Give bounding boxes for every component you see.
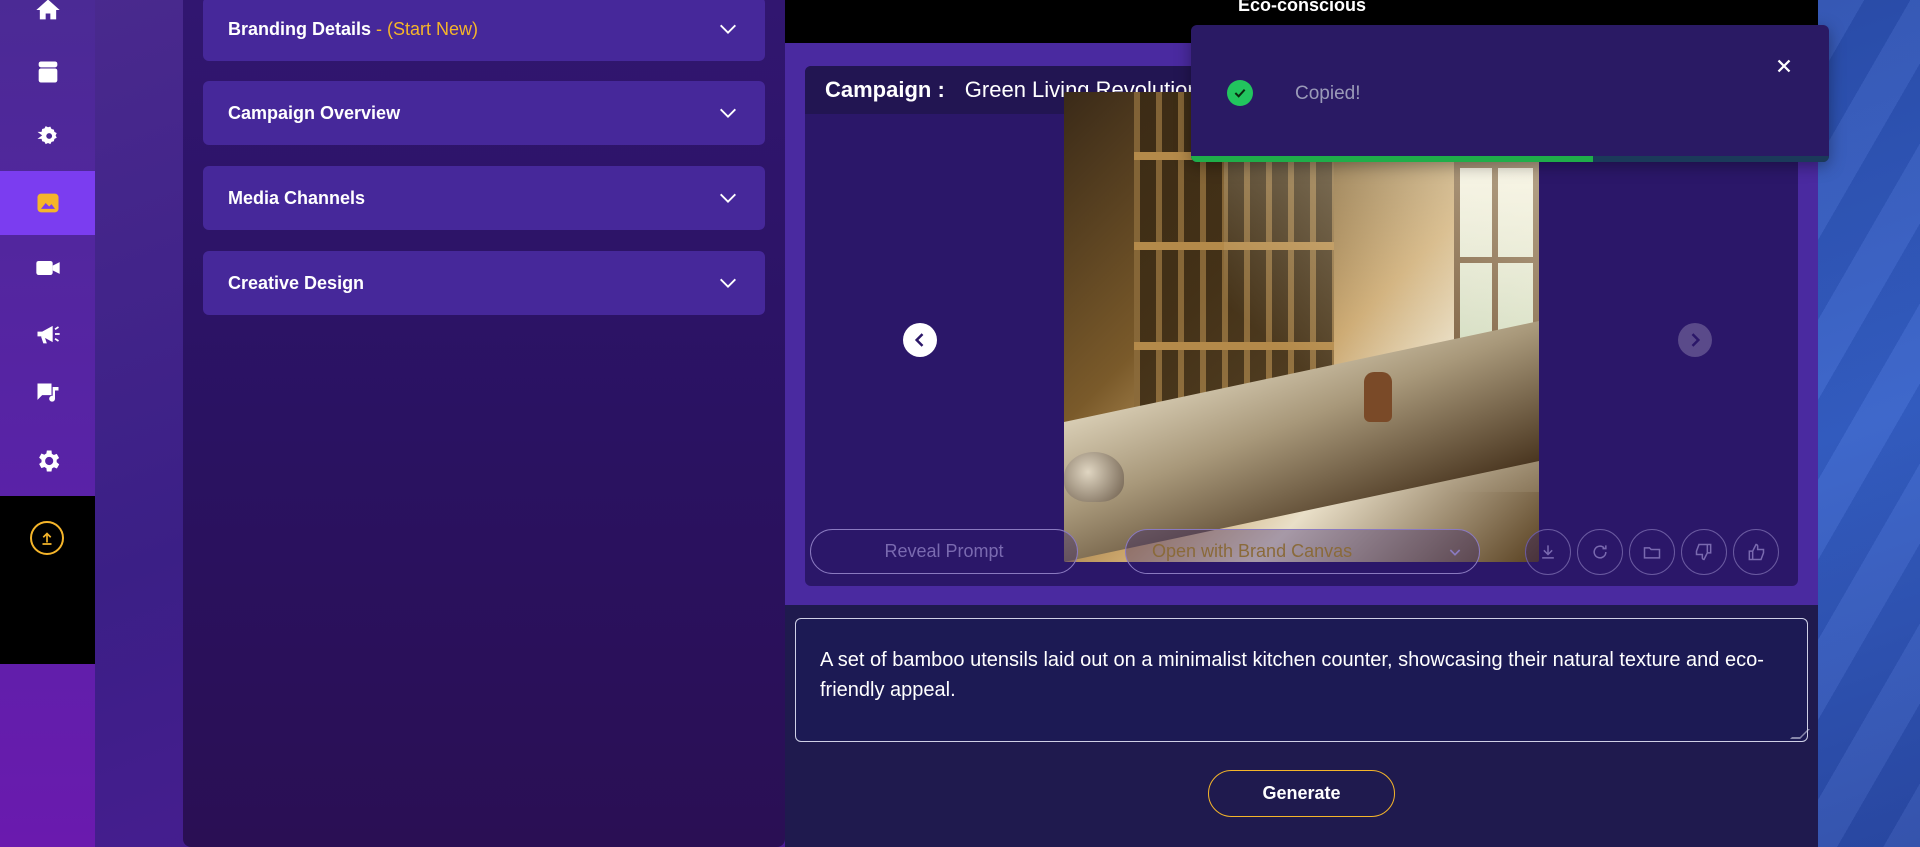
- chevron-down-icon: [720, 193, 736, 203]
- sidebar-item-images[interactable]: [0, 171, 95, 235]
- accordion-branding-details[interactable]: Branding Details - (Start New): [203, 0, 765, 61]
- next-image-button[interactable]: [1678, 323, 1712, 357]
- thumbs-up-button[interactable]: [1733, 529, 1779, 575]
- accordion-label: Branding Details - (Start New): [228, 18, 479, 39]
- download-button[interactable]: [1525, 529, 1571, 575]
- folder-icon: [1643, 547, 1661, 559]
- campaign-label: Campaign :: [825, 77, 945, 102]
- sidebar-item-archive[interactable]: [0, 40, 95, 104]
- sidebar: [0, 0, 95, 847]
- gear-arrow-icon: [37, 126, 57, 145]
- chat-music-icon: [37, 383, 58, 402]
- generate-button[interactable]: Generate: [1208, 770, 1395, 817]
- chevron-down-icon: [720, 108, 736, 118]
- home-icon: [35, 0, 60, 20]
- accordion-label: Creative Design: [228, 272, 365, 293]
- chevron-down-icon: [720, 278, 736, 288]
- toast-message: Copied!: [1295, 83, 1361, 104]
- toast-progress-bar: [1191, 156, 1593, 162]
- video-icon: [35, 261, 60, 275]
- chevron-down-icon: [1449, 549, 1461, 556]
- sidebar-item-workflow[interactable]: [0, 104, 95, 168]
- sidebar-item-content[interactable]: [0, 362, 95, 426]
- reveal-prompt-button[interactable]: Reveal Prompt: [810, 529, 1078, 574]
- megaphone-icon: [37, 325, 60, 344]
- background-right: [1818, 0, 1920, 847]
- previous-image-button[interactable]: [903, 323, 937, 357]
- close-icon[interactable]: [1773, 55, 1795, 77]
- check-circle-icon: [1227, 80, 1253, 106]
- chevron-left-icon: [914, 333, 924, 347]
- sidebar-item-campaigns[interactable]: [0, 302, 95, 366]
- image-icon: [37, 193, 58, 213]
- accordion-campaign-overview[interactable]: Campaign Overview: [203, 81, 765, 145]
- upload-button[interactable]: [30, 521, 64, 555]
- chevron-right-icon: [1691, 333, 1701, 347]
- refresh-icon: [1593, 545, 1607, 559]
- upload-icon: [42, 532, 52, 545]
- open-with-label: Open with Brand Canvas: [1152, 541, 1353, 561]
- generated-image[interactable]: [1064, 92, 1539, 562]
- sidebar-item-video[interactable]: [0, 236, 95, 300]
- sidebar-item-home[interactable]: [0, 0, 95, 42]
- gear-icon: [38, 450, 59, 472]
- archive-icon: [38, 61, 57, 83]
- toast-notification: Copied!: [1191, 25, 1829, 162]
- accordion-media-channels[interactable]: Media Channels: [203, 166, 765, 230]
- top-bar-text: Eco-conscious: [1238, 0, 1367, 15]
- open-with-brand-canvas-dropdown[interactable]: Open with Brand Canvas: [1125, 529, 1480, 574]
- thumbs-up-icon: [1748, 543, 1765, 561]
- thumbs-down-button[interactable]: [1681, 529, 1727, 575]
- chevron-down-icon: [720, 24, 736, 34]
- thumbs-down-icon: [1695, 543, 1712, 561]
- download-icon: [1542, 545, 1554, 559]
- save-to-folder-button[interactable]: [1629, 529, 1675, 575]
- accordion-label: Campaign Overview: [228, 102, 401, 123]
- sidebar-item-settings[interactable]: [0, 429, 95, 493]
- regenerate-button[interactable]: [1577, 529, 1623, 575]
- prompt-textarea[interactable]: A set of bamboo utensils laid out on a m…: [795, 618, 1808, 742]
- accordion-creative-design[interactable]: Creative Design: [203, 251, 765, 315]
- accordion-label: Media Channels: [228, 187, 366, 208]
